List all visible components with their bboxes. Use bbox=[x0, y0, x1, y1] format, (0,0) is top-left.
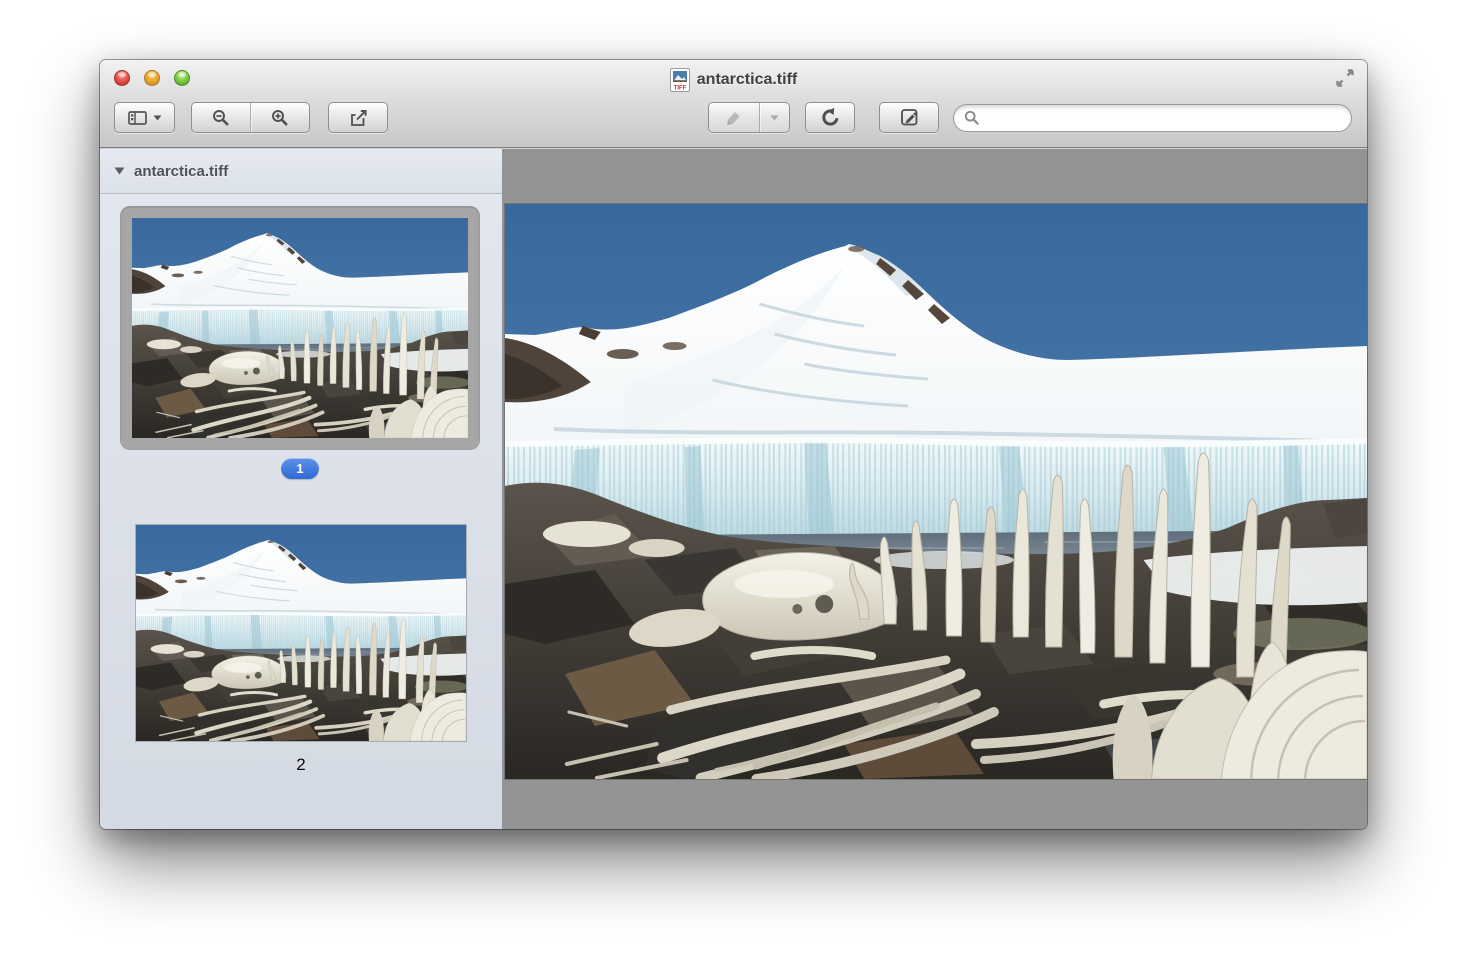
zoom-out-button[interactable] bbox=[192, 103, 250, 132]
highlight-button[interactable] bbox=[709, 103, 759, 132]
fullscreen-arrows-icon[interactable] bbox=[1333, 66, 1357, 90]
page-2-label: 2 bbox=[136, 755, 466, 775]
chevron-down-icon bbox=[770, 115, 779, 121]
page-1-thumbnail-image[interactable] bbox=[132, 218, 468, 438]
document-canvas[interactable] bbox=[503, 149, 1367, 829]
tiff-document-icon: TIFF bbox=[670, 68, 690, 92]
highlight-dropdown-button[interactable] bbox=[760, 103, 789, 132]
share-button[interactable] bbox=[328, 102, 388, 133]
disclosure-triangle-icon bbox=[114, 167, 125, 175]
thumbnail-sidebar: antarctica.tiff 1 2 bbox=[100, 149, 503, 829]
highlight-segmented-control bbox=[708, 102, 790, 133]
thumbnail-page-2[interactable]: 2 bbox=[136, 525, 466, 775]
page-2-thumbnail-image[interactable] bbox=[136, 525, 466, 741]
sidebar-view-icon bbox=[128, 111, 147, 125]
zoom-out-icon bbox=[212, 109, 230, 127]
search-input[interactable] bbox=[986, 110, 1341, 126]
sidebar-group-label: antarctica.tiff bbox=[134, 163, 228, 180]
highlighter-icon bbox=[724, 109, 744, 126]
svg-text:TIFF: TIFF bbox=[673, 86, 686, 92]
markup-toolbar-button[interactable] bbox=[879, 102, 939, 133]
sidebar-group-header[interactable]: antarctica.tiff bbox=[100, 149, 502, 194]
markup-pencil-icon bbox=[900, 108, 919, 127]
zoom-in-button[interactable] bbox=[251, 103, 309, 132]
zoom-segmented-control bbox=[191, 102, 310, 133]
selection-ring bbox=[120, 206, 480, 450]
page-1-badge: 1 bbox=[281, 458, 319, 479]
main-photo[interactable] bbox=[505, 204, 1367, 779]
rotate-left-button[interactable] bbox=[805, 102, 855, 133]
window-content: antarctica.tiff 1 2 bbox=[100, 149, 1367, 829]
window-chrome: TIFF antarctica.tiff bbox=[100, 60, 1367, 148]
thumbnail-list: 1 2 bbox=[100, 195, 502, 829]
share-icon bbox=[349, 109, 368, 127]
rotate-left-icon bbox=[820, 107, 840, 128]
zoom-in-icon bbox=[271, 109, 289, 127]
view-menu-button[interactable] bbox=[114, 102, 175, 133]
window-title: antarctica.tiff bbox=[697, 71, 797, 89]
preview-window: TIFF antarctica.tiff bbox=[100, 60, 1367, 829]
chevron-down-icon bbox=[153, 115, 162, 121]
search-icon bbox=[964, 110, 980, 126]
search-field[interactable] bbox=[953, 104, 1352, 132]
thumbnail-page-1[interactable]: 1 bbox=[120, 206, 480, 479]
titlebar: TIFF antarctica.tiff bbox=[100, 67, 1367, 93]
